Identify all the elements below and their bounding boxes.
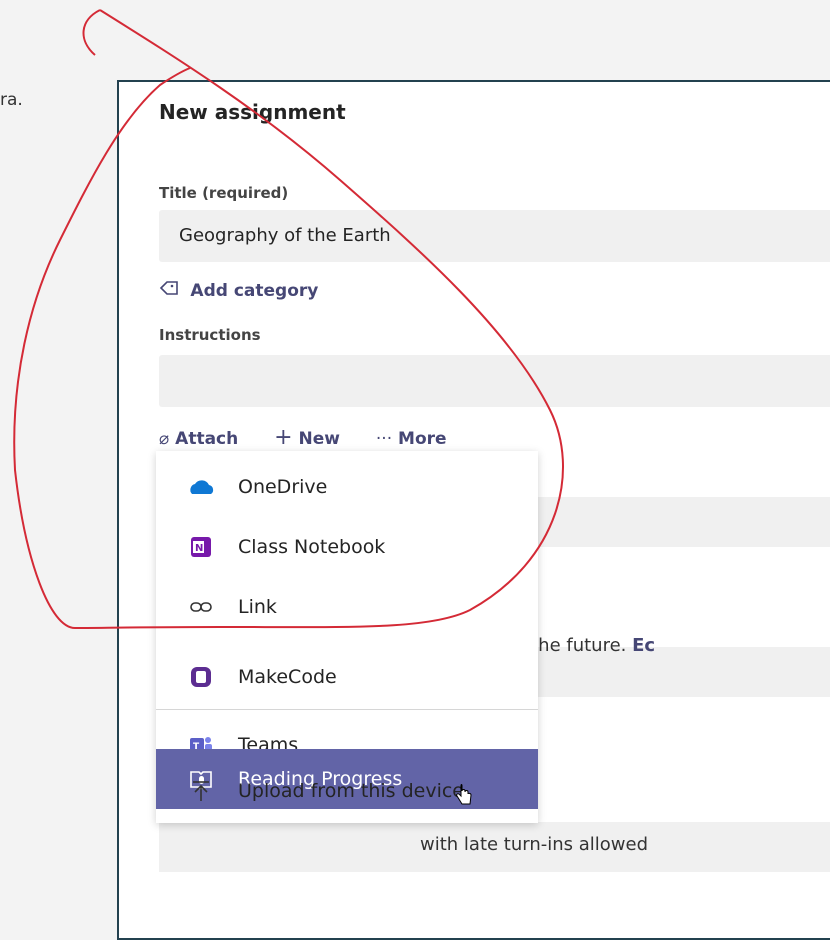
attach-button[interactable]: ⌀ Attach — [159, 429, 244, 449]
new-label: New — [298, 429, 340, 449]
menu-item-label: Class Notebook — [238, 536, 386, 558]
background-text-line: with late turn-ins allowed — [420, 834, 649, 855]
attachment-toolbar: ⌀ Attach + New ··· More — [159, 425, 477, 450]
attach-dropdown-menu: OneDrive N Class Notebook Link MakeCode … — [156, 451, 538, 823]
menu-item-label: MakeCode — [238, 666, 337, 688]
menu-item-label: Link — [238, 596, 277, 618]
onedrive-icon — [186, 474, 216, 500]
attach-label: Attach — [175, 429, 239, 449]
menu-item-link[interactable]: Link — [156, 577, 538, 637]
instructions-input[interactable] — [159, 355, 830, 407]
svg-text:N: N — [195, 543, 203, 554]
title-input[interactable]: Geography of the Earth — [159, 210, 830, 262]
plus-icon: + — [274, 425, 293, 450]
menu-divider — [156, 709, 538, 710]
menu-item-label: Upload from this device — [238, 780, 464, 802]
menu-item-onedrive[interactable]: OneDrive — [156, 457, 538, 517]
add-category-label: Add category — [190, 281, 319, 301]
upload-icon — [186, 778, 216, 804]
tag-icon — [159, 281, 184, 301]
hand-cursor-icon — [456, 784, 472, 805]
menu-item-label: OneDrive — [238, 476, 328, 498]
more-button[interactable]: ··· More — [376, 429, 447, 449]
background-partial-text: ra. — [0, 90, 23, 110]
instructions-label: Instructions — [159, 326, 261, 344]
menu-item-upload[interactable]: Upload from this device — [156, 761, 538, 821]
makecode-icon — [186, 664, 216, 690]
link-icon — [186, 594, 216, 620]
paperclip-icon: ⌀ — [159, 429, 170, 449]
new-button[interactable]: + New — [274, 425, 346, 450]
title-label: Title (required) — [159, 184, 289, 202]
menu-item-class-notebook[interactable]: N Class Notebook — [156, 517, 538, 577]
page-title: New assignment — [159, 100, 346, 124]
ellipsis-icon: ··· — [375, 429, 393, 449]
menu-item-makecode[interactable]: MakeCode — [156, 647, 538, 707]
add-category-button[interactable]: Add category — [159, 280, 318, 301]
more-label: More — [398, 429, 447, 449]
onenote-icon: N — [186, 534, 216, 560]
